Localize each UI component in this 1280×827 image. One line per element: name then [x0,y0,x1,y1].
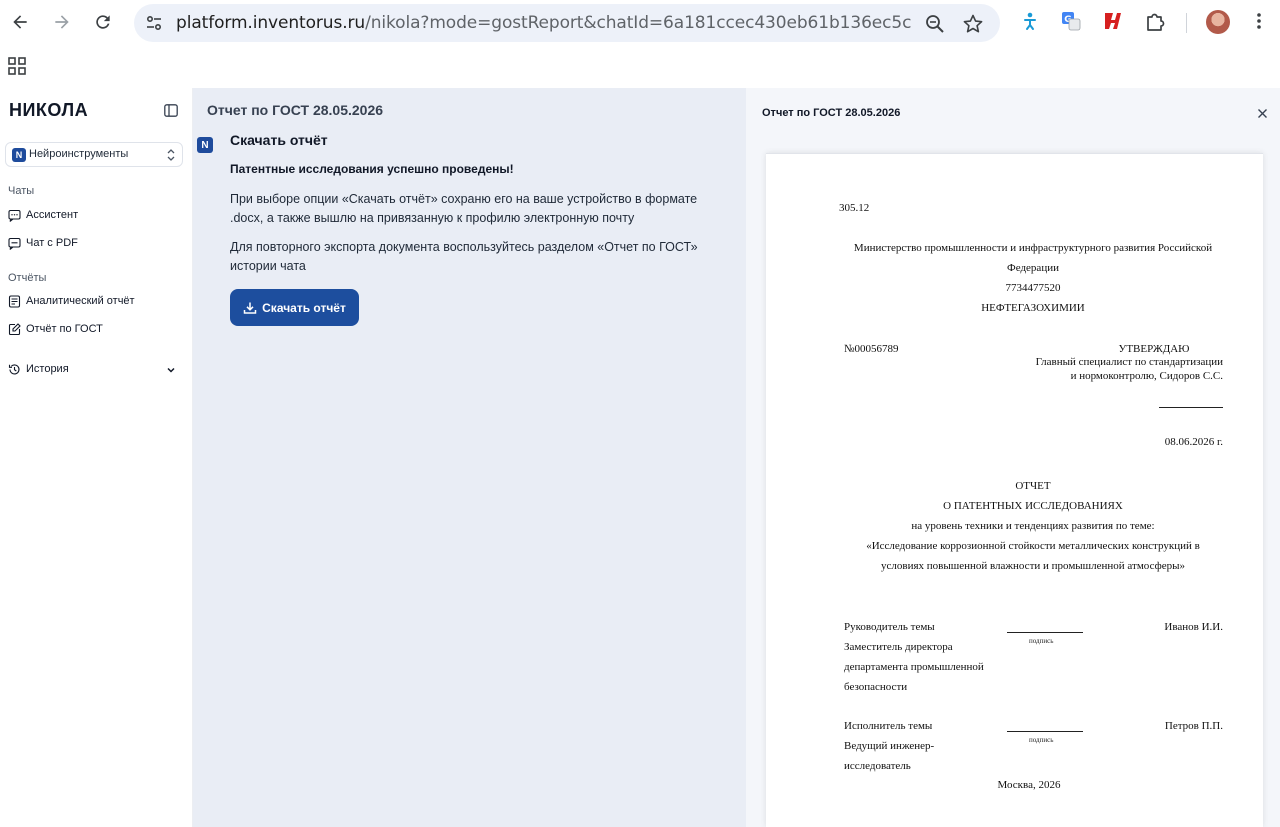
download-report-button[interactable]: Скачать отчёт [230,289,359,326]
doc-lead-role: департамента промышленной [844,661,984,673]
doc-inn: 7734477520 [1005,282,1061,294]
doc-udk: 305.12 [839,202,870,214]
doc-topic: условиях повышенной влажности и промышле… [881,560,1185,572]
site-settings-icon[interactable] [144,13,164,33]
extensions-puzzle-icon[interactable] [1144,10,1166,32]
address-bar[interactable]: platform.inventorus.ru/nikola?mode=gostR… [134,4,1000,42]
sidebar-item-label: Отчёт по ГОСТ [26,323,103,335]
pdf-chat-icon [8,237,21,250]
forward-button[interactable] [48,8,76,36]
accessibility-extension-icon[interactable] [1019,10,1041,32]
reload-icon [96,15,110,29]
doc-exec-role: исследователь [844,760,911,772]
doc-approver: и нормоконтролю, Сидоров С.С. [1070,370,1223,382]
doc-lead-name: Иванов И.И. [1164,621,1223,633]
doc-ministry-line: Федерации [1007,262,1059,274]
doc-date: 08.06.2026 г. [1164,436,1223,448]
sidebar-item-pdf-chat[interactable]: Чат с PDF [8,233,78,253]
browser-menu-icon[interactable] [1248,10,1270,32]
sidebar-item-analytic-report[interactable]: Аналитический отчёт [8,291,135,311]
message-title: Скачать отчёт [230,132,328,148]
arrow-right-icon [55,15,69,29]
doc-report-subtitle: на уровень техники и тенденциях развития… [911,520,1155,532]
sidebar-collapse-icon[interactable] [164,104,178,117]
download-button-label: Скачать отчёт [262,300,346,315]
chat-title: Отчет по ГОСТ 28.05.2026 [207,102,384,118]
doc-ministry-line: Министерство промышленности и инфраструк… [853,242,1213,254]
doc-topic: «Исследование коррозионной стойкости мет… [866,540,1200,552]
sidebar-item-history[interactable]: История [8,359,69,379]
chevron-down-icon[interactable] [165,364,177,376]
sidebar-item-label: История [26,363,69,375]
doc-number: №00056789 [844,343,899,355]
sidebar-item-label: Ассистент [26,209,79,221]
tool-select[interactable]: N Нейроинструменты [5,142,183,167]
zoom-icon[interactable] [924,13,946,35]
sidebar [0,88,193,827]
tool-badge: N [12,148,26,162]
chats-section-label: Чаты [8,185,35,197]
app-logo[interactable]: НИКОЛА [9,100,88,121]
doc-approver: Главный специалист по стандартизации [1035,356,1223,368]
doc-organization: НЕФТЕГАЗОХИМИИ [981,302,1085,314]
chat-icon [8,209,21,222]
reports-section-label: Отчёты [8,272,47,284]
report-icon [8,294,21,308]
sidebar-item-label: Чат с PDF [26,237,78,249]
doc-lead-role: Руководитель темы [844,621,935,633]
toolbar-divider [1186,13,1187,33]
bookmark-star-icon[interactable] [962,13,984,35]
approve-signature-line [1159,407,1223,408]
doc-lead-role: безопасности [844,681,908,693]
doc-approve: УТВЕРЖДАЮ [1118,343,1190,355]
exec-signature-line [1007,731,1083,732]
sidebar-item-gost-report[interactable]: Отчёт по ГОСТ [8,319,103,339]
profile-avatar[interactable] [1206,10,1230,34]
back-button[interactable] [6,8,34,36]
arrow-left-icon [13,15,27,29]
lead-signature-caption: подпись [1029,637,1054,645]
close-icon[interactable] [1257,108,1268,119]
message-paragraph: Для повторного экспорта документа воспол… [230,240,698,273]
browser-toolbar: platform.inventorus.ru/nikola?mode=gostR… [0,0,1280,45]
doc-city-year: Москва, 2026 [997,779,1061,791]
lead-signature-line [1007,632,1083,633]
chevron-up-down-icon [167,149,175,161]
preview-title: Отчет по ГОСТ 28.05.2026 [762,107,901,119]
reload-button[interactable] [89,8,117,36]
apps-grid-icon[interactable] [8,57,26,75]
download-icon [243,302,257,314]
doc-report-subtitle: О ПАТЕНТНЫХ ИССЛЕДОВАНИЯХ [943,500,1123,512]
edit-doc-icon [8,322,21,335]
url-text: platform.inventorus.ru/nikola?mode=gostR… [176,13,912,33]
doc-exec-role: Ведущий инженер- [844,740,935,752]
message-headline: Патентные исследования успешно проведены… [230,162,514,176]
doc-exec-name: Петров П.П. [1164,720,1223,732]
doc-report-title: ОТЧЕТ [1015,480,1051,492]
doc-exec-role: Исполнитель темы [844,720,933,732]
sidebar-item-label: Аналитический отчёт [26,295,135,307]
sidebar-item-assistant[interactable]: Ассистент [8,205,78,225]
translate-extension-icon[interactable]: G [1060,10,1082,32]
tool-select-value: Нейроинструменты [29,148,129,160]
history-icon [8,363,20,375]
red-extension-icon[interactable] [1102,10,1124,32]
message-paragraph: При выборе опции «Скачать отчёт» сохраню… [230,192,698,225]
bookmarks-bar [0,45,1280,88]
assistant-avatar: N [197,137,213,153]
exec-signature-caption: подпись [1029,736,1054,744]
doc-lead-role: Заместитель директора [844,641,953,653]
